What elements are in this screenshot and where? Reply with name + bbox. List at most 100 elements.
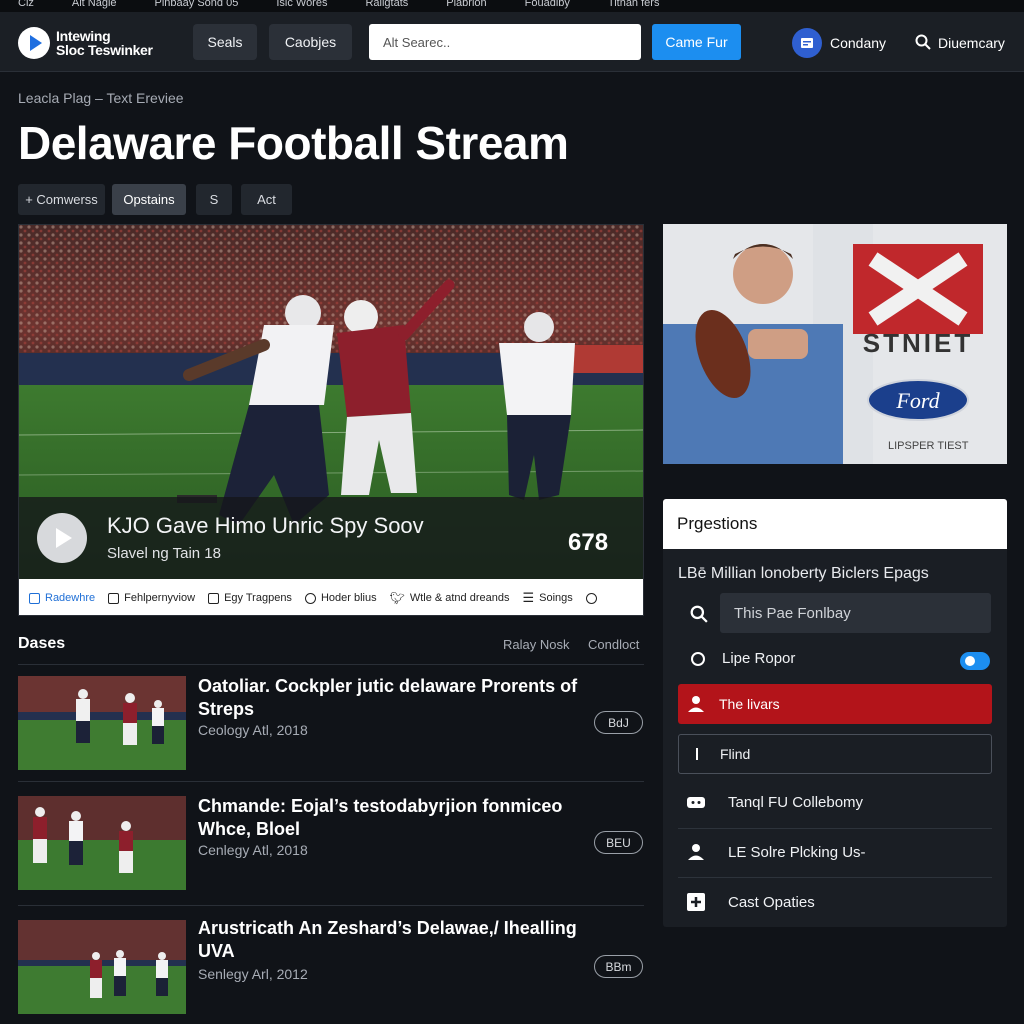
panel-row-picking[interactable]: LE Solre Plcking Us- (678, 843, 992, 861)
video-player[interactable]: KJO Gave Himo Unric Spy Soov Slavel ng T… (18, 224, 644, 616)
search-icon[interactable] (690, 605, 708, 623)
top-strip-item[interactable]: Raligtats (365, 0, 408, 12)
panel-row-label: Tanql FU Collebomy (728, 794, 864, 811)
photo-caption-text: LIPSPER TIEST (888, 440, 969, 452)
player-control-item[interactable]: ☰ Soings (522, 590, 572, 606)
photo-logo-text: STNIET (863, 328, 973, 358)
photo-badge-text: Ford (895, 388, 940, 413)
player-control-label: Soings (539, 592, 573, 604)
player-control-item[interactable]: Radewhre (29, 592, 95, 604)
seals-button[interactable]: Seals (193, 24, 257, 60)
article-thumbnail[interactable] (18, 920, 186, 1014)
alert-user-icon (688, 696, 704, 712)
panel-red-label: The livars (719, 696, 780, 712)
info-icon (585, 592, 597, 604)
panel-row-label: Lipe Ropor (722, 650, 796, 667)
panel-divider (678, 828, 992, 829)
search-input[interactable] (369, 24, 641, 60)
video-title: KJO Gave Himo Unric Spy Soov (107, 513, 424, 538)
player-control-label: Wtle & atnd dreands (409, 592, 510, 604)
pin-icon (696, 748, 698, 760)
top-strip-item[interactable]: Pinbaay Sond 05 (155, 0, 239, 12)
article-meta: Cenlegy Atl, 2018 (198, 842, 308, 858)
discovery-link[interactable]: Diuemcary (938, 35, 1005, 51)
chat-icon (687, 796, 705, 808)
panel-row-toggle[interactable]: Lipe Ropor (678, 650, 992, 667)
circle-icon (691, 651, 705, 666)
player-controls: Radewhre Fehlpernyviow Egy Tragpens Hode… (19, 579, 643, 615)
article-divider (18, 781, 644, 782)
top-system-strip: Ciz Alt Nagie Pinbaay Sond 05 Isic Wores… (0, 0, 1024, 12)
options-chip[interactable]: Opstains (112, 184, 186, 215)
panel-find-box[interactable]: Flind (678, 734, 992, 774)
article-badge[interactable]: BdJ (594, 711, 643, 734)
article-meta: Ceology Atl, 2018 (198, 722, 308, 738)
breadcrumb[interactable]: Leacla Plag – Text Ereviee (18, 90, 184, 106)
conduct-link[interactable]: Condloct (588, 637, 639, 652)
search-icon[interactable] (915, 34, 931, 50)
panel-divider (678, 877, 992, 878)
article-thumbnail[interactable] (18, 796, 186, 890)
panel-row-cast[interactable]: Cast Opaties (678, 892, 992, 912)
cast-plus-icon (687, 893, 705, 911)
menu-icon: ☰ (522, 590, 535, 605)
act-chip[interactable]: Act (241, 184, 292, 215)
holder-icon (304, 592, 316, 604)
came-fur-button[interactable]: Came Fur (652, 24, 741, 60)
player-control-item[interactable]: Fehlpernyviow (108, 592, 195, 604)
twitter-icon: 🐦︎ (389, 591, 405, 605)
user-icon (688, 844, 704, 860)
section-heading: Dases (18, 635, 66, 652)
play-icon[interactable] (37, 513, 87, 563)
player-control-label: Egy Tragpens (224, 592, 292, 604)
player-control-label: Fehlpernyviow (124, 592, 196, 604)
player-control-item[interactable]: Egy Tragpens (208, 592, 292, 604)
panel-header: Prgestions (663, 499, 1007, 549)
article-title[interactable]: Chmande: Eojal’s testodabyrjion fonmiceo… (198, 795, 588, 841)
site-logo-text[interactable]: Intewing Sloc Teswinker (56, 29, 153, 57)
video-subtitle: Slavel ng Tain 18 (107, 545, 221, 562)
top-strip-item[interactable]: Alt Nagie (72, 0, 117, 12)
suggestions-panel: Prgestions LBē Millian lonoberty Biclers… (663, 499, 1007, 927)
preview-icon (108, 592, 120, 604)
play-logo-icon[interactable] (18, 27, 50, 59)
comments-chip[interactable]: + Comwerss (18, 184, 105, 215)
article-badge[interactable]: BBm (594, 955, 643, 978)
panel-find-label: Flind (720, 746, 751, 762)
panel-row-label: LE Solre Plcking Us- (728, 843, 866, 861)
toggle-switch[interactable] (960, 652, 990, 670)
article-title[interactable]: Oatoliar. Cockpler jutic delaware Proren… (198, 675, 588, 721)
panel-row-collab[interactable]: Tanql FU Collebomy (678, 794, 992, 811)
site-header: Intewing Sloc Teswinker Seals Caobjes Ca… (0, 12, 1024, 72)
article-divider (18, 905, 644, 906)
top-strip-item[interactable]: Tithah fers (608, 0, 660, 12)
user-icon[interactable] (792, 28, 822, 58)
top-strip-item[interactable]: Isic Wores (276, 0, 327, 12)
panel-row-label: Cast Opaties (728, 893, 815, 911)
player-control-item[interactable]: 🐦︎ Wtle & atnd dreands (390, 591, 510, 605)
article-badge[interactable]: BEU (594, 831, 643, 854)
video-view-count: 678 (568, 529, 609, 556)
panel-red-item[interactable]: The livars (678, 684, 992, 724)
s-chip[interactable]: S (196, 184, 232, 215)
article-meta: Senlegy Arl, 2012 (198, 966, 308, 982)
player-control-item[interactable] (585, 592, 602, 604)
fragments-icon (208, 592, 220, 604)
top-strip-item[interactable]: Ciz (18, 0, 34, 12)
player-control-item[interactable]: Hoder blius (304, 592, 377, 604)
user-label[interactable]: Condany (830, 35, 886, 51)
coach-promo-image[interactable]: STNIET Ford LIPSPER TIEST (663, 224, 1007, 464)
page-title: Delaware Football Stream (18, 117, 569, 169)
player-control-label: Hoder blius (320, 592, 377, 604)
section-divider (18, 664, 644, 665)
player-control-label: Radewhre (45, 592, 96, 604)
panel-search-input[interactable]: This Pae Fonlbay (720, 593, 991, 633)
article-title[interactable]: Arustricath An Zeshard’s Delawae,/ Iheal… (198, 917, 588, 963)
panel-subtitle: LBē Millian lonoberty Biclers Epags (678, 565, 929, 582)
view-icon (29, 592, 40, 604)
top-strip-item[interactable]: Fouadlby (525, 0, 570, 12)
top-strip-item[interactable]: Plabrion (446, 0, 486, 12)
relay-note-link[interactable]: Ralay Nosk (503, 637, 569, 652)
article-thumbnail[interactable] (18, 676, 186, 770)
caobjes-button[interactable]: Caobjes (269, 24, 352, 60)
